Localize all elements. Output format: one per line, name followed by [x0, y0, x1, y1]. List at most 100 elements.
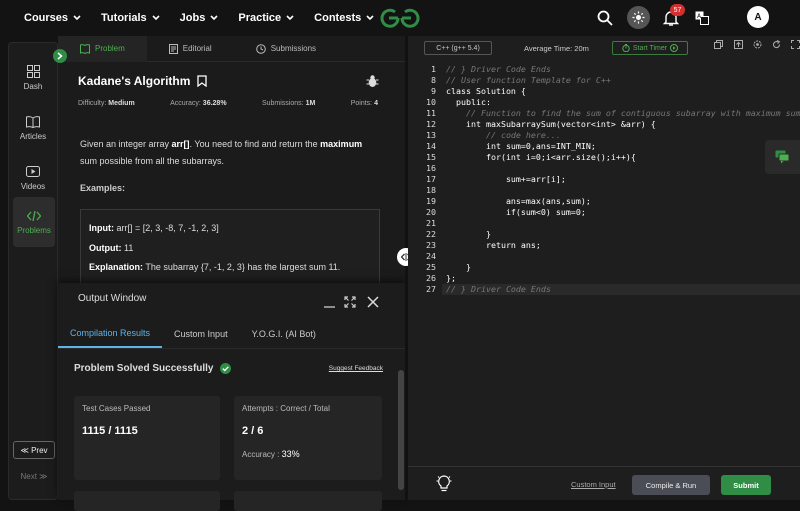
- chat-icon: [775, 150, 790, 164]
- compile-run-button[interactable]: Compile & Run: [632, 475, 710, 495]
- code-line: for(int i=0;i<arr.size();i++){: [446, 152, 636, 162]
- problem-meta: Difficulty: Medium Accuracy: 36.28% Subm…: [78, 100, 378, 107]
- bug-report-icon[interactable]: [366, 74, 379, 88]
- translate-icon[interactable]: A: [695, 11, 709, 25]
- output-tabs: Compilation Results Custom Input Y.O.G.I…: [58, 319, 405, 349]
- submit-button[interactable]: Submit: [721, 475, 771, 495]
- nav-tutorials[interactable]: Tutorials: [101, 12, 160, 24]
- code-line: return ans;: [446, 240, 541, 250]
- code-icon: [27, 210, 41, 221]
- problem-description: Given an integer array arr[]. You need t…: [80, 139, 363, 166]
- output-scrollbar[interactable]: [398, 370, 404, 490]
- attempts-card: Attempts : Correct / Total 2 / 6 Accurac…: [234, 396, 382, 480]
- line-number: 16: [426, 163, 436, 173]
- upload-file-icon[interactable]: [734, 40, 743, 49]
- line-number: 15: [426, 152, 436, 162]
- avatar[interactable]: A: [747, 6, 769, 28]
- nav-contests[interactable]: Contests: [314, 12, 374, 24]
- code-line: class Solution {: [446, 86, 526, 96]
- tab-editorial[interactable]: Editorial: [147, 36, 234, 62]
- line-number: 21: [426, 218, 436, 228]
- copy-icon[interactable]: [714, 40, 723, 49]
- line-number: 18: [426, 185, 436, 195]
- chevron-down-icon: [286, 15, 294, 21]
- gfg-logo-icon[interactable]: [378, 6, 422, 30]
- line-number: 19: [426, 196, 436, 206]
- average-time: Average Time: 20m: [524, 44, 589, 53]
- code-line: // } Driver Code Ends: [446, 64, 551, 74]
- search-icon[interactable]: [597, 10, 613, 26]
- code-line: if(sum<0) sum=0;: [446, 207, 586, 217]
- problem-title: Kadane's Algorithm: [78, 74, 207, 88]
- accuracy: Accuracy: 36.28%: [170, 100, 227, 107]
- sidebar-item-videos[interactable]: Videos: [9, 153, 57, 203]
- chevron-down-icon: [152, 15, 160, 21]
- line-number: 12: [426, 119, 436, 129]
- line-number: 27: [426, 284, 436, 294]
- timer-icon: [622, 44, 630, 52]
- document-icon: [168, 43, 178, 54]
- chevron-down-icon: [366, 15, 374, 21]
- chevron-right-icon: [57, 52, 63, 60]
- next-button[interactable]: Next ≫: [13, 467, 55, 485]
- nav-jobs[interactable]: Jobs: [180, 12, 219, 24]
- book-icon: [26, 115, 40, 128]
- chat-button[interactable]: [765, 140, 800, 174]
- top-navbar: Courses Tutorials Jobs Practice Contests…: [0, 0, 800, 36]
- line-number: 17: [426, 174, 436, 184]
- settings-icon[interactable]: [753, 40, 762, 49]
- collapse-sidebar-button[interactable]: [53, 49, 67, 63]
- tab-yogi-ai-bot[interactable]: Y.O.G.I. (AI Bot): [240, 319, 328, 348]
- bookmark-icon[interactable]: [197, 75, 207, 88]
- left-sidebar: Dash Articles Videos Problems ≪ Prev Nex…: [8, 42, 58, 500]
- tab-problem[interactable]: Problem: [58, 35, 147, 62]
- code-line: // code here...: [446, 130, 561, 140]
- nav-courses[interactable]: Courses: [24, 12, 81, 24]
- theme-toggle-button[interactable]: [627, 6, 650, 29]
- code-editor-panel: C++ (g++ 5.4) Average Time: 20m Start Ti…: [408, 36, 800, 500]
- line-number: 11: [426, 108, 436, 118]
- code-line: }: [446, 229, 491, 239]
- line-number: 26: [426, 273, 436, 283]
- custom-input-link[interactable]: Custom Input: [571, 480, 616, 489]
- line-number: 25: [426, 262, 436, 272]
- lightbulb-icon[interactable]: [436, 475, 452, 493]
- expand-icon[interactable]: [344, 296, 356, 308]
- code-line: }: [446, 262, 471, 272]
- code-line: sum+=arr[i];: [446, 174, 566, 184]
- line-number: 8: [431, 75, 436, 85]
- line-number: 20: [426, 207, 436, 217]
- tab-custom-input[interactable]: Custom Input: [162, 319, 240, 348]
- tab-submissions[interactable]: Submissions: [234, 36, 338, 62]
- nav-practice[interactable]: Practice: [238, 12, 294, 24]
- line-number: 1: [431, 64, 436, 74]
- output-window-title: Output Window: [78, 293, 147, 304]
- extra-card: [74, 491, 220, 511]
- refresh-icon[interactable]: [772, 40, 781, 49]
- sun-icon: [632, 11, 645, 24]
- editor-footer: Custom Input Compile & Run Submit: [408, 466, 800, 500]
- suggest-feedback-link[interactable]: Suggest Feedback: [329, 365, 383, 372]
- notification-badge: 57: [670, 4, 685, 16]
- code-area[interactable]: // } Driver Code Ends// User function Te…: [442, 61, 800, 495]
- code-line: public:: [446, 97, 491, 107]
- line-number: 14: [426, 141, 436, 151]
- close-icon[interactable]: [367, 296, 379, 308]
- code-line: // } Driver Code Ends: [446, 284, 551, 294]
- start-timer-button[interactable]: Start Timer: [612, 41, 688, 55]
- sidebar-item-articles[interactable]: Articles: [9, 103, 57, 153]
- minimize-icon[interactable]: [324, 297, 335, 308]
- result-status: Problem Solved Successfully: [74, 363, 231, 374]
- code-line: };: [446, 273, 456, 283]
- fullscreen-icon[interactable]: [791, 40, 800, 49]
- tab-compilation-results[interactable]: Compilation Results: [58, 319, 163, 348]
- test-cases-card: Test Cases Passed 1115 / 1115: [74, 396, 220, 480]
- prev-button[interactable]: ≪ Prev: [13, 441, 55, 459]
- code-line: // Function to find the sum of contiguou…: [446, 108, 800, 118]
- line-number: 22: [426, 229, 436, 239]
- sidebar-item-problems[interactable]: Problems: [13, 197, 55, 247]
- language-select[interactable]: C++ (g++ 5.4): [424, 41, 492, 55]
- editor-toolbar: C++ (g++ 5.4) Average Time: 20m Start Ti…: [408, 36, 800, 61]
- video-icon: [26, 165, 40, 177]
- sidebar-item-dash[interactable]: Dash: [9, 53, 57, 103]
